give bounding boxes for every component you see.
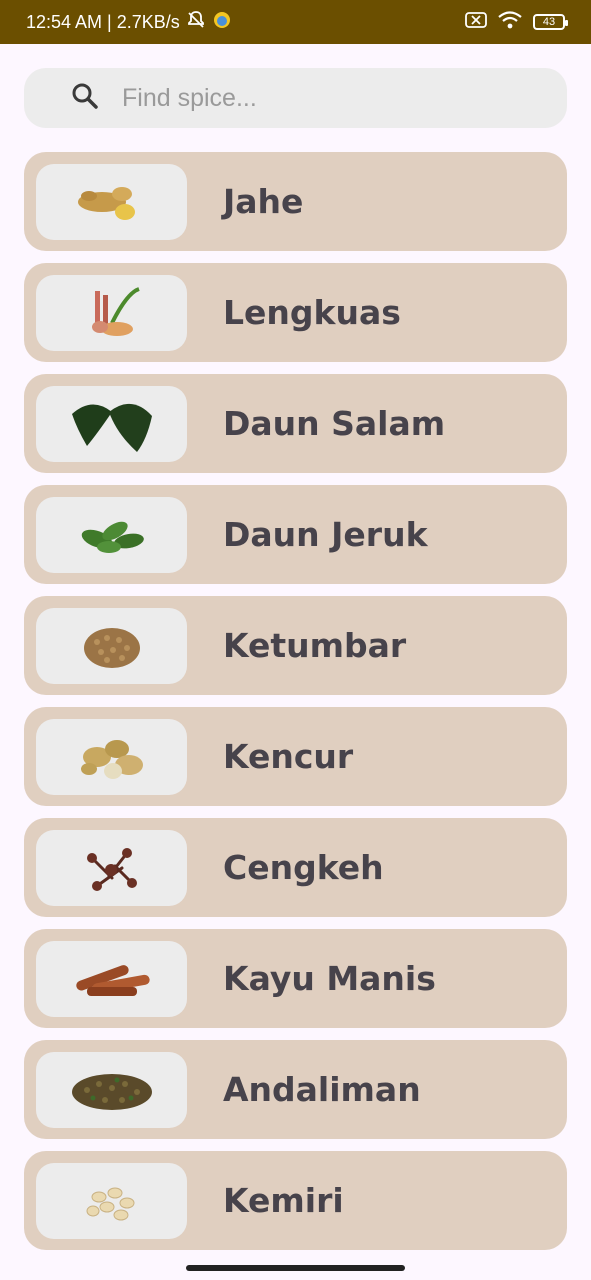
spice-thumbnail [36, 385, 187, 462]
spice-thumbnail [36, 1162, 187, 1239]
spice-item-kemiri[interactable]: Kemiri [24, 1151, 567, 1250]
spice-item-kayu-manis[interactable]: Kayu Manis [24, 929, 567, 1028]
spice-item-cengkeh[interactable]: Cengkeh [24, 818, 567, 917]
coriander-seed-image [83, 627, 140, 668]
spice-thumbnail [36, 607, 187, 684]
spice-thumbnail [36, 274, 187, 351]
andaliman-image [71, 1073, 152, 1110]
galangal-image [91, 286, 140, 336]
home-indicator[interactable] [186, 1265, 405, 1271]
bell-off-icon [186, 10, 206, 35]
search-bar[interactable] [24, 68, 567, 128]
spice-name: Kemiri [223, 1181, 344, 1220]
app-notification-icon [212, 10, 232, 35]
spice-thumbnail [36, 1051, 187, 1128]
spice-name: Daun Salam [223, 404, 446, 443]
spice-thumbnail [36, 496, 187, 573]
time-speed-text: 12:54 AM | 2.7KB/s [26, 11, 180, 32]
lime-leaf-image [81, 521, 144, 553]
spice-thumbnail [36, 718, 187, 795]
cinnamon-image [75, 964, 150, 996]
spice-name: Cengkeh [223, 848, 384, 887]
clove-image [86, 847, 137, 891]
status-right: 43 [465, 10, 568, 35]
search-input[interactable] [120, 82, 524, 114]
spice-item-daun-salam[interactable]: Daun Salam [24, 374, 567, 473]
search-icon [70, 81, 100, 116]
battery-level: 43 [542, 16, 556, 28]
spice-thumbnail [36, 829, 187, 906]
spice-item-ketumbar[interactable]: Ketumbar [24, 596, 567, 695]
spice-name: Kencur [223, 737, 354, 776]
spice-name: Daun Jeruk [223, 515, 428, 554]
spice-item-lengkuas[interactable]: Lengkuas [24, 263, 567, 362]
spice-thumbnail [36, 163, 187, 240]
spice-list: Jahe Lengkuas Daun Salam Daun Jeruk Ketu… [24, 152, 567, 1250]
spice-thumbnail [36, 940, 187, 1017]
spice-name: Andaliman [223, 1070, 421, 1109]
spice-name: Ketumbar [223, 626, 407, 665]
spice-name: Kayu Manis [223, 959, 436, 998]
sim-off-icon [465, 11, 487, 34]
candlenut-image [86, 1187, 134, 1220]
status-left: 12:54 AM | 2.7KB/s [26, 10, 232, 35]
spice-name: Jahe [223, 182, 304, 221]
spice-name: Lengkuas [223, 293, 401, 332]
battery-icon: 43 [533, 14, 568, 30]
bay-leaf-image [71, 403, 152, 452]
wifi-icon [497, 10, 523, 35]
kencur-image [80, 739, 143, 779]
ginger-image [77, 186, 135, 220]
spice-item-kencur[interactable]: Kencur [24, 707, 567, 806]
spice-item-jahe[interactable]: Jahe [24, 152, 567, 251]
spice-item-andaliman[interactable]: Andaliman [24, 1040, 567, 1139]
spice-item-daun-jeruk[interactable]: Daun Jeruk [24, 485, 567, 584]
status-bar: 12:54 AM | 2.7KB/s 43 [0, 0, 591, 44]
